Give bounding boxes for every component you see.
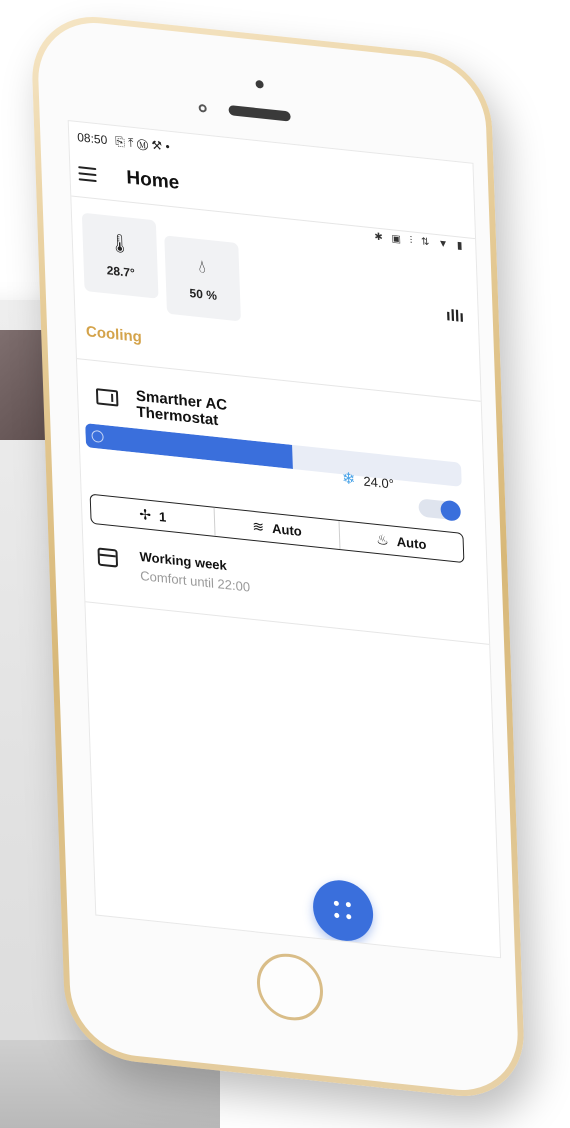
slider-fill [85, 423, 293, 470]
fab-dot [333, 900, 339, 907]
temperature-slider[interactable] [85, 423, 462, 487]
temperature-tile[interactable]: 🌡︎ 28.7° [81, 212, 159, 299]
setpoint-readout: ❄ 24.0° [342, 468, 395, 494]
humidity-value: 50 % [189, 285, 218, 303]
hamburger-icon[interactable] [78, 166, 97, 183]
thermometer-icon: 🌡︎ [107, 231, 132, 255]
device-name: Smarther AC Thermostat [135, 387, 228, 430]
mode-label: Cooling [85, 323, 143, 347]
status-notification-icons: ⎘ ⤒ Ⓜ ⚒ • [114, 133, 170, 154]
front-camera-icon [255, 79, 264, 89]
schedule-row[interactable]: Working week Comfort until 22:00 [97, 544, 250, 595]
fan-speed-button[interactable]: ✢ 1 [90, 494, 216, 536]
swing-button[interactable]: ≋ Auto [214, 507, 341, 550]
apps-fab-button[interactable] [312, 877, 375, 944]
phone-screen: 08:50 ⎘ ⤒ Ⓜ ⚒ • ✱ ▣ ⫶ ⇅ ▼ ▮ Home 🌡︎ 28.7 [67, 120, 502, 959]
phone-frame: 08:50 ⎘ ⤒ Ⓜ ⚒ • ✱ ▣ ⫶ ⇅ ▼ ▮ Home 🌡︎ 28.7 [30, 10, 527, 1104]
swing-icon: ≋ [252, 517, 265, 535]
phone-face: 08:50 ⎘ ⤒ Ⓜ ⚒ • ✱ ▣ ⫶ ⇅ ▼ ▮ Home 🌡︎ 28.7 [36, 16, 520, 1097]
fan-icon: ✢ [138, 505, 152, 523]
status-system-icons: ✱ ▣ ⫶ ⇅ ▼ ▮ [374, 231, 466, 253]
fab-dot [334, 912, 340, 919]
proximity-sensor [198, 103, 207, 113]
power-toggle[interactable] [418, 498, 462, 522]
mode-button[interactable]: ♨ Auto [339, 521, 463, 562]
card-divider [85, 601, 490, 645]
toggle-knob [440, 499, 462, 522]
fab-dot [346, 913, 352, 920]
phone-wrapper: 08:50 ⎘ ⤒ Ⓜ ⚒ • ✱ ▣ ⫶ ⇅ ▼ ▮ Home 🌡︎ 28.7 [0, 0, 570, 1128]
earpiece-speaker [228, 105, 291, 122]
heat-waves-icon: ♨ [375, 530, 390, 548]
swing-value: Auto [271, 520, 302, 539]
setpoint-value: 24.0° [363, 472, 395, 492]
humidity-tile[interactable]: 💧︎ 50 % [164, 235, 241, 322]
slider-handle-icon[interactable] [91, 429, 104, 444]
fan-speed-value: 1 [158, 508, 167, 525]
fab-dot [345, 901, 351, 908]
temperature-value: 28.7° [106, 262, 136, 280]
mode-value: Auto [396, 533, 427, 552]
stage: 08:50 ⎘ ⤒ Ⓜ ⚒ • ✱ ▣ ⫶ ⇅ ▼ ▮ Home 🌡︎ 28.7 [0, 0, 570, 1128]
home-button[interactable] [255, 950, 325, 1024]
calendar-icon [97, 547, 119, 568]
droplet-icon: 💧︎ [198, 255, 207, 277]
status-time: 08:50 [76, 130, 108, 148]
bar-chart-icon[interactable]: ıllı [446, 307, 464, 327]
air-conditioner-icon [95, 388, 119, 407]
snowflake-icon: ❄ [341, 470, 356, 489]
page-title: Home [126, 167, 180, 194]
